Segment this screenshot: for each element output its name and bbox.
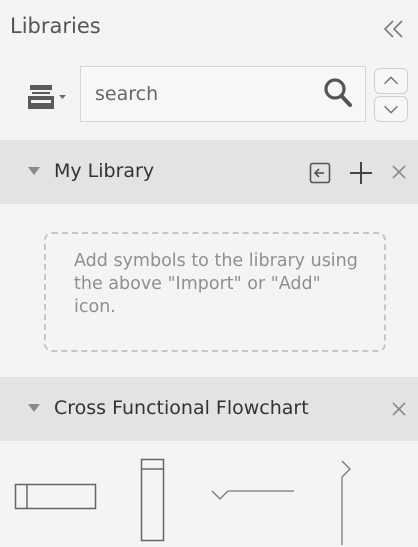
chevron-up-icon[interactable] (374, 68, 408, 94)
expand-triangle-icon[interactable] (28, 167, 40, 175)
magnifier-icon[interactable] (323, 77, 353, 109)
section-title: Cross Functional Flowchart (54, 397, 309, 419)
section-title: My Library (54, 160, 155, 182)
close-icon[interactable] (390, 163, 408, 181)
expand-triangle-icon[interactable] (28, 404, 40, 412)
dropdown-arrow-icon (59, 95, 66, 99)
libraries-header: Libraries (0, 0, 418, 62)
my-library-header[interactable]: My Library (0, 140, 418, 204)
horizontal-pool-shape[interactable] (10, 477, 100, 517)
vertical-pool-shape[interactable] (134, 455, 170, 543)
search-input[interactable] (95, 79, 305, 109)
cross-functional-shapes (0, 441, 418, 547)
horizontal-separator-shape[interactable] (208, 477, 298, 513)
library-stack-icon (28, 85, 54, 109)
close-icon[interactable] (390, 400, 408, 418)
cross-functional-flowchart-header[interactable]: Cross Functional Flowchart (0, 377, 418, 441)
library-menu-button[interactable] (28, 84, 74, 110)
chevron-down-icon[interactable] (374, 96, 408, 122)
panel-title: Libraries (10, 14, 101, 38)
empty-library-message: Add symbols to the library using the abo… (74, 251, 358, 317)
plus-icon[interactable] (347, 159, 375, 187)
vertical-separator-shape[interactable] (330, 457, 364, 547)
double-chevron-left-icon[interactable] (378, 14, 408, 44)
search-box (80, 66, 366, 122)
empty-library-dropzone[interactable]: Add symbols to the library using the abo… (44, 232, 386, 352)
search-row (0, 62, 418, 128)
import-icon[interactable] (308, 161, 332, 185)
